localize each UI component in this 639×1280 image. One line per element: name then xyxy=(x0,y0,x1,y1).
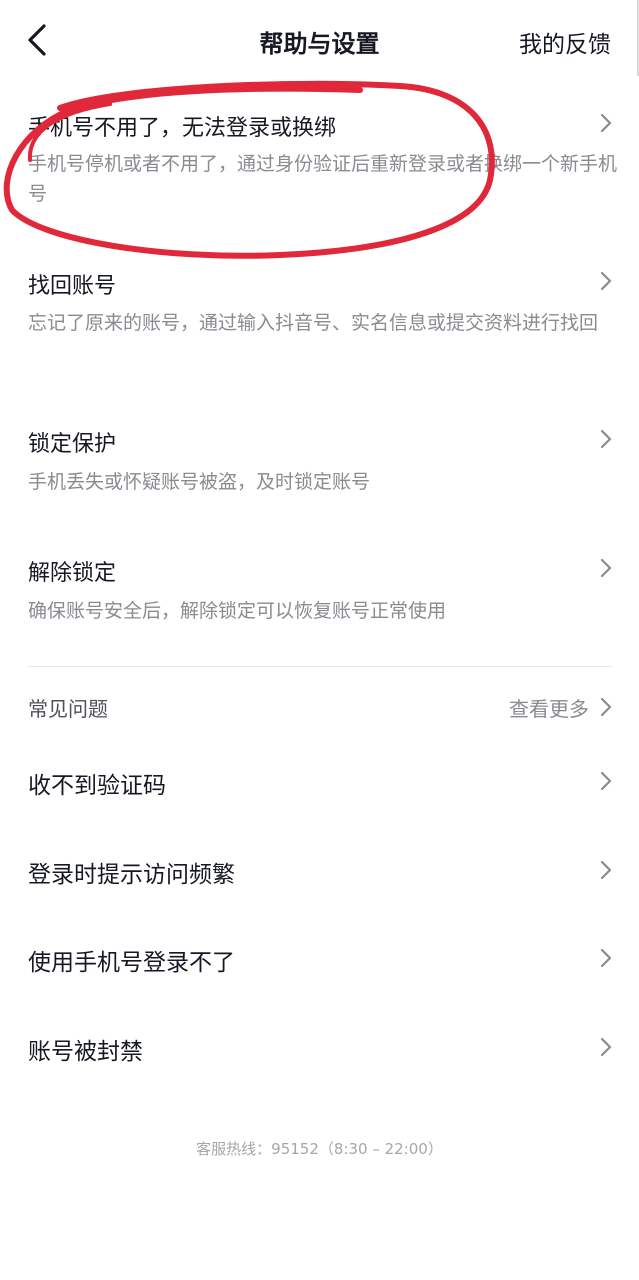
item-description: 手机号停机或者不用了，通过身份验证后重新登录或者换绑一个新手机号 xyxy=(28,153,618,205)
chevron-right-icon xyxy=(600,697,612,717)
chevron-right-icon xyxy=(600,558,612,578)
faq-section-title: 常见问题 xyxy=(28,697,108,721)
chevron-right-icon xyxy=(600,113,612,133)
item-title: 收不到验证码 xyxy=(28,773,166,799)
item-description: 手机丢失或怀疑账号被盗，及时锁定账号 xyxy=(28,471,371,493)
faq-item-account-banned[interactable]: 账号被封禁 xyxy=(0,1022,639,1082)
item-title: 锁定保护 xyxy=(28,432,117,457)
faq-item-frequent-access[interactable]: 登录时提示访问频繁 xyxy=(0,845,639,905)
item-title: 账号被封禁 xyxy=(28,1039,143,1065)
account-item-lock-protection[interactable]: 锁定保护 手机丢失或怀疑账号被盗，及时锁定账号 xyxy=(0,416,639,506)
see-more-button[interactable]: 查看更多 xyxy=(509,692,613,722)
item-title: 登录时提示访问频繁 xyxy=(28,862,235,888)
item-description: 确保账号安全后，解除锁定可以恢复账号正常使用 xyxy=(28,600,447,622)
item-title: 使用手机号登录不了 xyxy=(28,950,235,976)
faq-item-no-verification-code[interactable]: 收不到验证码 xyxy=(0,756,639,816)
chevron-right-icon xyxy=(600,771,612,791)
chevron-right-icon xyxy=(600,1037,612,1057)
see-more-label: 查看更多 xyxy=(509,696,589,721)
chevron-right-icon xyxy=(600,429,612,449)
chevron-right-icon xyxy=(600,860,612,880)
item-description: 忘记了原来的账号，通过输入抖音号、实名信息或提交资料进行找回 xyxy=(28,312,599,334)
chevron-right-icon xyxy=(600,271,612,291)
my-feedback-button[interactable]: 我的反馈 xyxy=(519,25,611,59)
item-title: 手机号不用了，无法登录或换绑 xyxy=(28,116,337,141)
top-bar: 帮助与设置 我的反馈 xyxy=(0,0,639,84)
account-item-phone-unusable[interactable]: 手机号不用了，无法登录或换绑 手机号停机或者不用了，通过身份验证后重新登录或者换… xyxy=(0,100,639,220)
customer-service-hotline: 客服热线：95152（8:30 – 22:00） xyxy=(196,1140,443,1158)
faq-item-phone-login-failed[interactable]: 使用手机号登录不了 xyxy=(0,933,639,993)
section-divider xyxy=(28,666,612,667)
item-title: 解除锁定 xyxy=(28,561,117,586)
account-item-recover-account[interactable]: 找回账号 忘记了原来的账号，通过输入抖音号、实名信息或提交资料进行找回 xyxy=(0,258,639,378)
chevron-right-icon xyxy=(600,948,612,968)
item-title: 找回账号 xyxy=(28,274,117,299)
account-item-unlock[interactable]: 解除锁定 确保账号安全后，解除锁定可以恢复账号正常使用 xyxy=(0,545,639,635)
